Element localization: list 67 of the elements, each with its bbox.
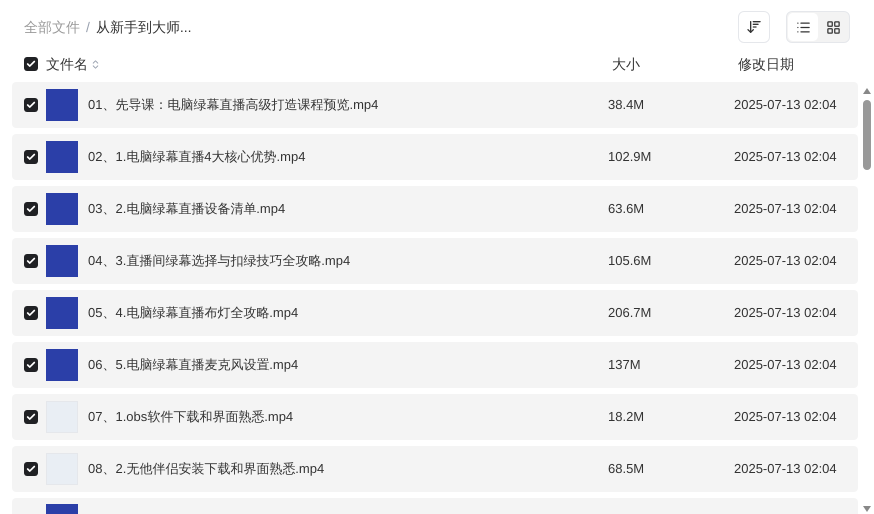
file-name: 07、1.obs软件下载和界面熟悉.mp4 xyxy=(88,408,294,426)
file-row[interactable]: 07、1.obs软件下载和界面熟悉.mp4 18.2M 2025-07-13 02:04 xyxy=(12,394,858,440)
file-size: 18.2M xyxy=(608,408,646,426)
file-name: 03、2.电脑绿幕直播设备清单.mp4 xyxy=(88,200,286,218)
file-row[interactable]: 06、5.电脑绿幕直播麦克风设置.mp4 137M 2025-07-13 02:04 xyxy=(12,342,858,388)
checkbox[interactable] xyxy=(24,98,38,112)
checkbox[interactable] xyxy=(24,410,38,424)
video-thumbnail xyxy=(46,141,78,173)
check-icon xyxy=(26,464,36,474)
file-name: 05、4.电脑绿幕直播布灯全攻略.mp4 xyxy=(88,304,300,322)
file-size: 137M xyxy=(608,356,642,374)
file-size: 206.7M xyxy=(608,304,652,322)
video-thumbnail xyxy=(46,297,78,329)
file-size: 102.9M xyxy=(608,148,652,166)
check-icon xyxy=(26,412,36,422)
column-header[interactable]: 文件名 xyxy=(46,54,88,74)
modified-date: 2025-07-13 02:04 xyxy=(734,408,837,426)
file-row[interactable]: 05、4.电脑绿幕直播布灯全攻略.mp4 206.7M 2025-07-13 02:04 xyxy=(12,290,858,336)
checkbox[interactable] xyxy=(24,254,38,268)
check-icon xyxy=(26,152,36,162)
file-row[interactable]: 02、1.电脑绿幕直播4大核心优势.mp4 102.9M 2025-07-13 02:04 xyxy=(12,134,858,180)
file-size: 63.6M xyxy=(608,200,646,218)
breadcrumb-link[interactable]: 从新手到大师... xyxy=(96,16,192,38)
video-thumbnail xyxy=(46,245,78,277)
column-header[interactable]: 大小 xyxy=(612,54,738,74)
breadcrumb-separator: / xyxy=(86,18,90,36)
checkbox[interactable] xyxy=(24,358,38,372)
file-row[interactable]: 04、3.直播间绿幕选择与扣绿技巧全攻略.mp4 105.6M 2025-07-13 02:04 xyxy=(12,238,858,284)
checkbox[interactable] xyxy=(24,306,38,320)
video-thumbnail xyxy=(46,193,78,225)
check-icon xyxy=(26,100,36,110)
checkbox[interactable] xyxy=(24,462,38,476)
file-row[interactable]: 01、先导课：电脑绿幕直播高级打造课程预览.mp4 38.4M 2025-07-13 02:04 xyxy=(12,82,858,128)
check-icon xyxy=(26,204,36,214)
file-name: 02、1.电脑绿幕直播4大核心优势.mp4 xyxy=(88,148,306,166)
file-size: 68.5M xyxy=(608,460,646,478)
file-name: 08、2.无他伴侣安装下载和界面熟悉.mp4 xyxy=(88,460,326,478)
checkbox[interactable] xyxy=(24,202,38,216)
modified-date: 2025-07-13 02:04 xyxy=(734,356,837,374)
file-row[interactable]: 03、2.电脑绿幕直播设备清单.mp4 63.6M 2025-07-13 02:04 xyxy=(12,186,858,232)
check-icon xyxy=(26,256,36,266)
modified-date: 2025-07-13 02:04 xyxy=(734,304,837,322)
sort-icon xyxy=(746,19,762,35)
list-view-button[interactable] xyxy=(788,13,818,41)
sort-button[interactable] xyxy=(738,11,770,43)
grid-icon xyxy=(826,20,840,34)
check-icon xyxy=(26,59,36,69)
file-name: 01、先导课：电脑绿幕直播高级打造课程预览.mp4 xyxy=(88,96,380,114)
check-icon xyxy=(26,360,36,370)
modified-date: 2025-07-13 02:04 xyxy=(734,96,837,114)
check-icon xyxy=(26,308,36,318)
file-name: 06、5.电脑绿幕直播麦克风设置.mp4 xyxy=(88,356,300,374)
checkbox[interactable] xyxy=(24,150,38,164)
sort-arrows-icon xyxy=(90,58,101,70)
modified-date: 2025-07-13 02:04 xyxy=(734,148,837,166)
file-size: 105.6M xyxy=(608,252,652,270)
file-size: 38.4M xyxy=(608,96,646,114)
file-name: 04、3.直播间绿幕选择与扣绿技巧全攻略.mp4 xyxy=(88,252,352,270)
column-header[interactable]: 修改日期 xyxy=(738,54,794,74)
file-row[interactable]: 08、2.无他伴侣安装下载和界面熟悉.mp4 68.5M 2025-07-13 02:04 xyxy=(12,446,858,492)
list-icon xyxy=(796,20,810,34)
modified-date: 2025-07-13 02:04 xyxy=(734,460,837,478)
video-thumbnail xyxy=(46,349,78,381)
checkbox[interactable] xyxy=(24,57,38,71)
modified-date: 2025-07-13 02:04 xyxy=(734,200,837,218)
video-thumbnail xyxy=(46,89,78,121)
modified-date: 2025-07-13 02:04 xyxy=(734,252,837,270)
